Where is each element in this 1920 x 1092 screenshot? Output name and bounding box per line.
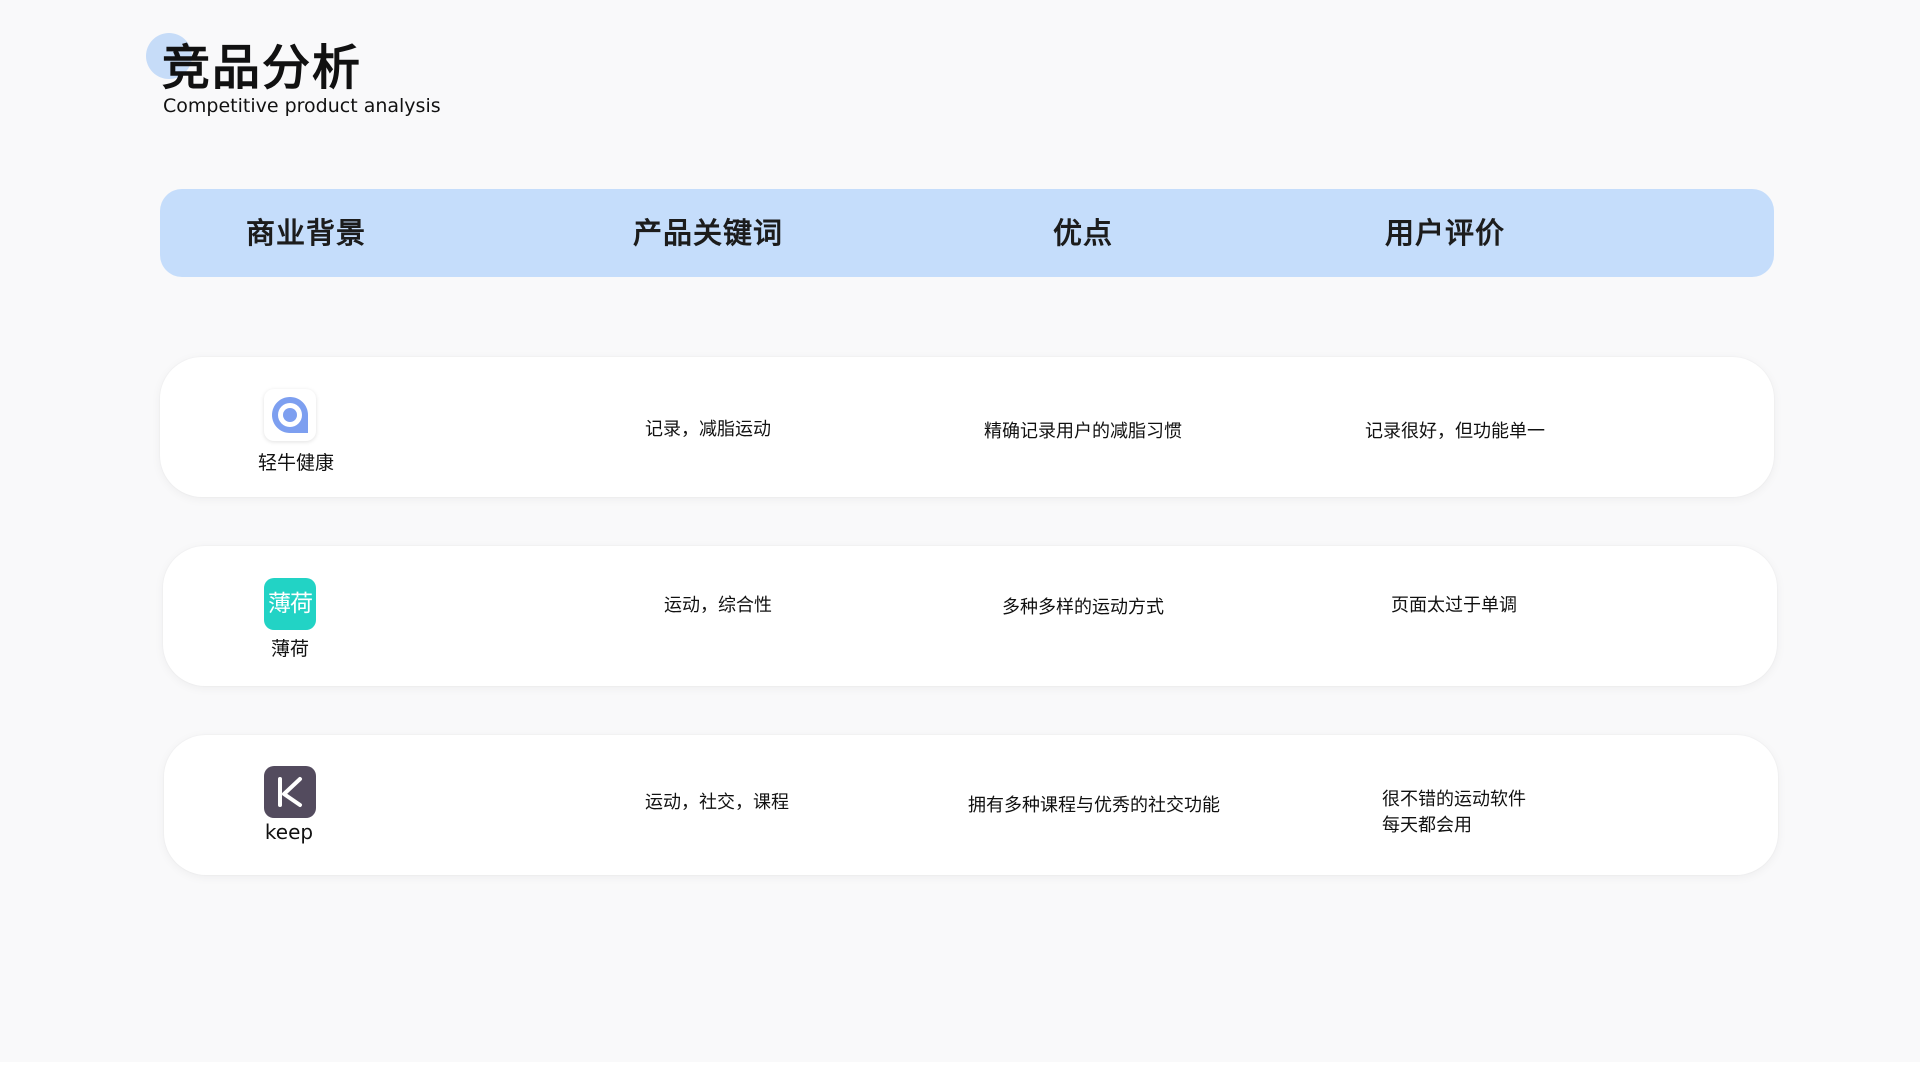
table-row: 轻牛健康 记录，减脂运动 精确记录用户的减脂习惯 记录很好，但功能单一: [160, 357, 1774, 497]
row-review-line: 很不错的运动软件: [1382, 789, 1526, 810]
table-row: keep 运动，社交，课程 拥有多种课程与优秀的社交功能 很不错的运动软件 每天…: [164, 735, 1778, 875]
slide: 竞品分析 Competitive product analysis 商业背景 产…: [0, 0, 1920, 1062]
row-review-line: 每天都会用: [1382, 815, 1472, 836]
row-keywords: 运动，社交，课程: [645, 792, 789, 813]
bohe-icon-text: 薄荷: [268, 591, 313, 617]
column-header-advantages: 优点: [1052, 216, 1114, 250]
column-header-keywords: 产品关键词: [632, 216, 784, 250]
app-name-bohe: 薄荷: [270, 638, 310, 660]
column-header-business: 商业背景: [245, 216, 367, 250]
table-header-bar: 商业背景 产品关键词 优点 用户评价: [160, 189, 1774, 277]
row-advantages: 精确记录用户的减脂习惯: [984, 421, 1182, 442]
keep-app-icon: [264, 766, 316, 818]
bohe-app-icon: 薄荷: [264, 578, 316, 630]
row-review: 记录很好，但功能单一: [1365, 421, 1545, 442]
row-keywords: 记录，减脂运动: [645, 419, 771, 440]
column-header-reviews: 用户评价: [1384, 216, 1506, 250]
page-subtitle: Competitive product analysis: [163, 95, 441, 117]
app-name-keep: keep: [264, 820, 314, 844]
row-advantages: 拥有多种课程与优秀的社交功能: [968, 795, 1220, 816]
app-name-qingniu: 轻牛健康: [257, 452, 335, 474]
row-advantages: 多种多样的运动方式: [1002, 597, 1164, 618]
page-title: 竞品分析: [162, 40, 363, 96]
table-row: 薄荷 薄荷 运动，综合性 多种多样的运动方式 页面太过于单调: [163, 546, 1777, 686]
row-review: 页面太过于单调: [1391, 595, 1517, 616]
qingniu-app-icon: [264, 389, 316, 441]
row-review: 很不错的运动软件 每天都会用: [1382, 787, 1526, 839]
row-keywords: 运动，综合性: [664, 595, 772, 616]
